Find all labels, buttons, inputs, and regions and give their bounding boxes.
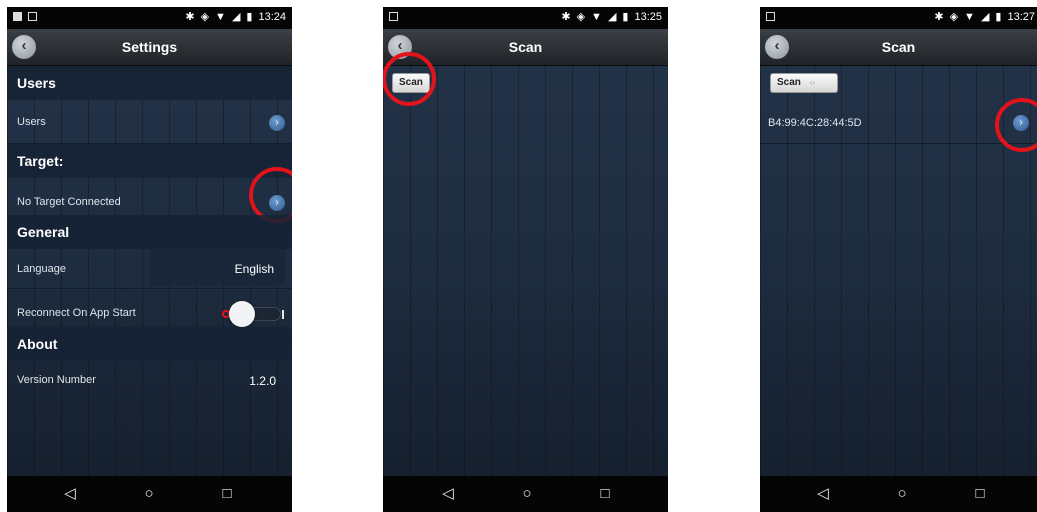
section-header-users: Users	[7, 66, 292, 100]
screenshot-icon	[389, 12, 398, 21]
battery-icon: ▮	[246, 11, 253, 23]
nav-recents-icon[interactable]: □	[968, 482, 992, 506]
scan-screen-empty: ✱ ◈ ▼ ◢ ▮ 13:25 ‹ Scan Scan ◁ ○ □	[383, 7, 668, 512]
nav-home-icon[interactable]: ○	[137, 482, 161, 506]
status-time: 13:27	[1007, 11, 1035, 23]
version-value: 1.2.0	[249, 374, 276, 388]
nav-home-icon[interactable]: ○	[515, 482, 539, 506]
nav-recents-icon[interactable]: □	[593, 482, 617, 506]
battery-icon: ▮	[995, 11, 1002, 23]
version-label: Version Number	[17, 374, 96, 386]
navigation-bar: ◁ ○ □	[7, 476, 292, 512]
battery-icon: ▮	[622, 11, 629, 23]
toggle-on-indicator-icon	[282, 310, 284, 319]
notification-icon	[13, 12, 22, 21]
vibrate-icon: ◈	[576, 11, 586, 23]
section-header-general: General	[7, 215, 292, 249]
language-label: Language	[17, 263, 66, 275]
nav-recents-icon[interactable]: □	[215, 482, 239, 506]
scan-button-label: Scan	[777, 77, 801, 88]
app-bar: ‹ Scan	[760, 29, 1037, 66]
highlight-circle	[383, 52, 436, 106]
screenshot-icon	[28, 12, 37, 21]
vibrate-icon: ◈	[200, 11, 210, 23]
bluetooth-icon: ✱	[934, 11, 944, 23]
screenshot-icon	[766, 12, 775, 21]
scan-screen-results: ✱ ◈ ▼ ◢ ▮ 13:27 ‹ Scan Scan ‹› B4:99:4C:…	[760, 7, 1037, 512]
signal-icon: ◢	[231, 11, 241, 23]
status-bar: ✱ ◈ ▼ ◢ ▮ 13:27	[760, 7, 1037, 29]
page-title: Scan	[881, 39, 916, 55]
wifi-icon: ▼	[964, 11, 975, 23]
navigation-bar: ◁ ○ □	[760, 476, 1037, 512]
device-address: B4:99:4C:28:44:5D	[768, 117, 862, 129]
language-row[interactable]: Language English	[7, 249, 292, 289]
nav-back-icon[interactable]: ◁	[811, 482, 835, 506]
nav-back-icon[interactable]: ◁	[436, 482, 460, 506]
signal-icon: ◢	[607, 11, 617, 23]
status-bar: ✱ ◈ ▼ ◢ ▮ 13:25	[383, 7, 668, 29]
vibrate-icon: ◈	[949, 11, 959, 23]
toggle-knob[interactable]	[229, 301, 255, 327]
target-row-label: No Target Connected	[17, 196, 121, 208]
app-bar: ‹ Settings	[7, 29, 292, 66]
status-bar: ✱ ◈ ▼ ◢ ▮ 13:24	[7, 7, 292, 29]
section-header-about: About	[7, 327, 292, 361]
page-title: Settings	[121, 39, 178, 55]
section-header-target: Target:	[7, 144, 292, 178]
scan-button[interactable]: Scan ‹›	[770, 73, 838, 93]
wifi-icon: ▼	[591, 11, 602, 23]
bluetooth-icon: ✱	[561, 11, 571, 23]
status-time: 13:25	[634, 11, 662, 23]
version-row: Version Number 1.2.0	[7, 361, 292, 401]
users-row[interactable]: Users ›	[7, 100, 292, 144]
bluetooth-icon: ✱	[185, 11, 195, 23]
page-title: Scan	[508, 39, 543, 55]
language-value[interactable]: English	[235, 262, 274, 276]
reconnect-label: Reconnect On App Start	[17, 307, 136, 319]
users-row-label: Users	[17, 116, 46, 128]
status-time: 13:24	[258, 11, 286, 23]
chevron-right-icon[interactable]: ›	[269, 115, 285, 131]
settings-screen: ✱ ◈ ▼ ◢ ▮ 13:24 ‹ Settings Users Users ›…	[7, 7, 292, 512]
navigation-bar: ◁ ○ □	[383, 476, 668, 512]
nav-home-icon[interactable]: ○	[890, 482, 914, 506]
signal-icon: ◢	[980, 11, 990, 23]
scanning-spinner-icon: ‹›	[809, 78, 816, 87]
nav-back-icon[interactable]: ◁	[58, 482, 82, 506]
wifi-icon: ▼	[215, 11, 226, 23]
